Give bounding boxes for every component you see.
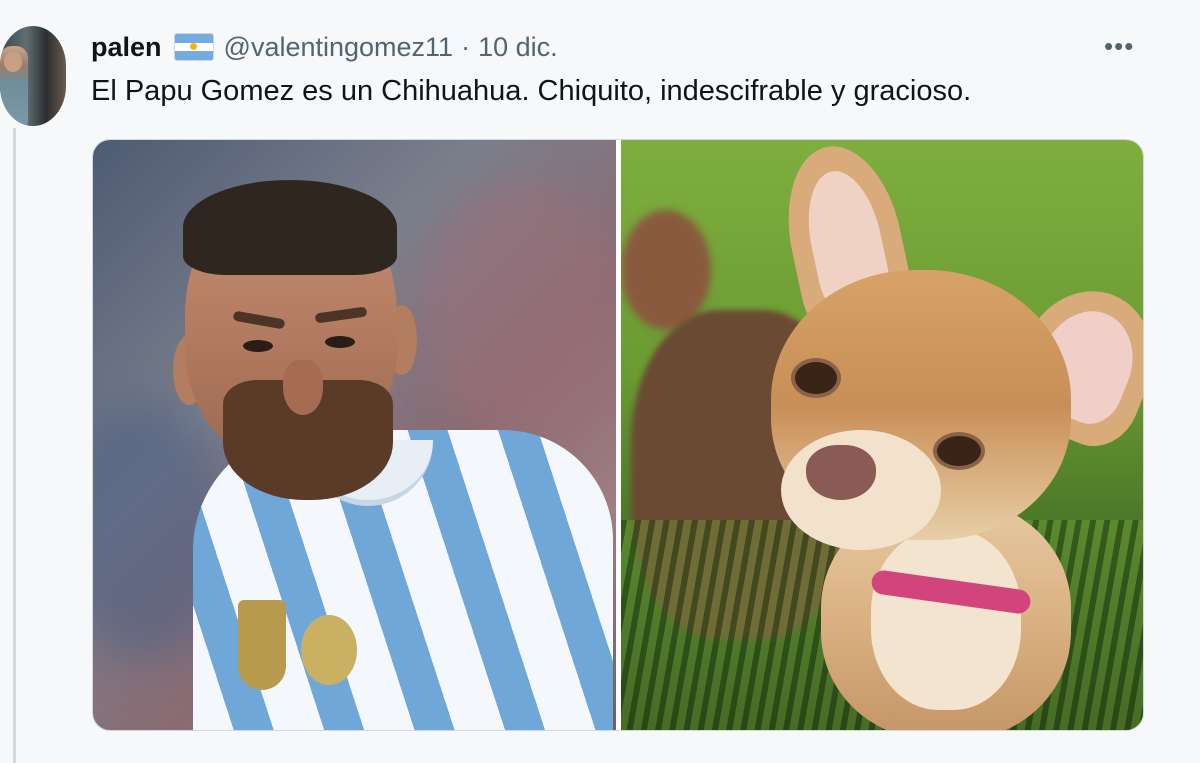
chihuahua-photo[interactable] bbox=[621, 140, 1143, 730]
user-handle[interactable]: @valentingomez11 bbox=[224, 32, 454, 63]
more-options-icon[interactable]: ••• bbox=[1104, 33, 1134, 59]
tweet-header: palen @valentingomez11 · 10 dic. bbox=[91, 29, 558, 65]
jersey-badge-icon bbox=[238, 600, 286, 690]
argentina-flag-icon bbox=[173, 33, 214, 61]
separator-dot: · bbox=[461, 31, 471, 62]
avatar-head bbox=[4, 52, 22, 72]
avatar[interactable] bbox=[0, 26, 66, 126]
tweet-date[interactable]: 10 dic. bbox=[478, 32, 558, 63]
afa-crest-icon bbox=[301, 615, 357, 685]
tweet-card[interactable]: palen @valentingomez11 · 10 dic. ••• El … bbox=[0, 0, 1200, 763]
football-player-photo[interactable] bbox=[93, 140, 616, 730]
display-name[interactable]: palen bbox=[91, 32, 162, 63]
thread-line bbox=[13, 128, 16, 763]
tweet-media[interactable] bbox=[92, 139, 1144, 731]
tweet-text: El Papu Gomez es un Chihuahua. Chiquito,… bbox=[91, 75, 972, 107]
